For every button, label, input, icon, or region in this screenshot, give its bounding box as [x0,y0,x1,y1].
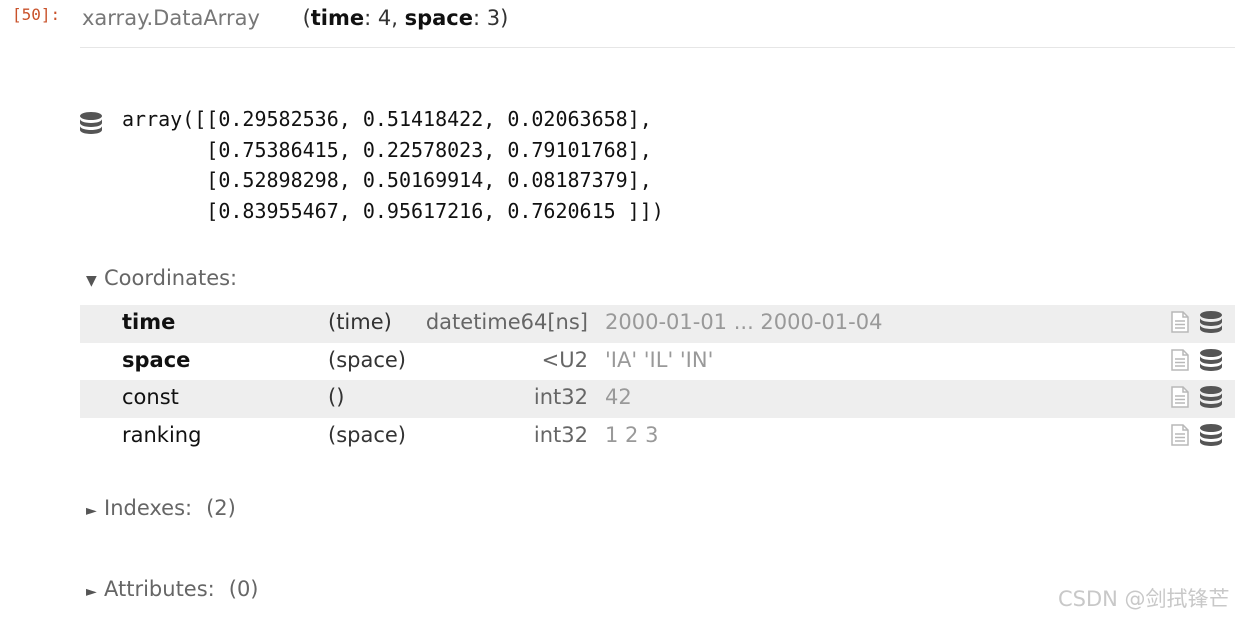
dim-name-time: time [310,6,365,30]
coordinates-list: time (time) datetime64[ns] 2000-01-01 ... 2… [80,305,1235,455]
indexes-label: Indexes: [104,496,193,520]
coordinate-name: const [122,385,179,409]
indexes-count: (2) [206,496,236,520]
coordinate-dims: (space) [328,347,406,372]
coordinate-dtype: datetime64[ns] [425,310,588,334]
attributes-label: Attributes: [104,577,215,601]
dim-size-time: : 4, [364,6,405,30]
coordinate-preview: 'IA' 'IL' 'IN' [605,347,714,372]
coordinate-dtype: int32 [533,385,588,409]
attributes-count: (0) [228,577,259,601]
dim-size-space: : 3) [473,6,509,30]
object-type-label: xarray.DataArray [82,6,260,30]
coordinate-preview: 42 [605,385,632,409]
expanded-arrow-icon: ▼ [86,273,97,289]
coordinate-dtype: int32 [533,422,588,447]
coordinate-name: ranking [122,422,202,447]
dim-name-space: space [404,6,474,30]
coordinate-dims: (space) [328,422,406,447]
database-icon[interactable] [1199,423,1223,452]
coordinates-label: Coordinates: [104,266,238,290]
coordinate-name: space [122,347,191,372]
coordinate-row-const[interactable]: const () int32 42 [80,380,1235,418]
database-icon[interactable] [1199,310,1223,339]
coordinate-actions [1170,310,1223,339]
collapsed-arrow-icon: ► [86,503,97,519]
coordinate-dtype: <U2 [541,347,588,372]
indexes-section-toggle[interactable]: ► Indexes: (2) [86,496,236,520]
dims-open: ( [302,6,311,30]
file-text-icon[interactable] [1170,311,1190,338]
coordinate-actions [1170,423,1223,452]
array-values-preview[interactable]: array([[0.29582536, 0.51418422, 0.020636… [122,104,664,226]
collapsed-arrow-icon: ► [86,584,97,600]
coordinate-row-time[interactable]: time (time) datetime64[ns] 2000-01-01 ... 2… [80,305,1235,343]
coordinate-name: time [122,310,176,334]
cell-prompt: [50]: [12,5,61,24]
attributes-section-toggle[interactable]: ► Attributes: (0) [86,577,259,601]
dataarray-header: xarray.DataArray (time: 4, space: 3) [82,6,508,30]
coordinate-preview: 1 2 3 [605,422,659,447]
file-text-icon[interactable] [1170,386,1190,413]
coordinate-row-space[interactable]: space (space) <U2 'IA' 'IL' 'IN' [80,343,1235,381]
coordinate-actions [1170,385,1223,414]
coordinate-actions [1170,348,1223,377]
coordinate-dims: () [328,385,345,409]
header-divider [80,47,1235,48]
database-icon[interactable] [1199,385,1223,414]
watermark: CSDN @剑拭锋芒 [1058,587,1230,611]
coordinate-row-ranking[interactable]: ranking (space) int32 1 2 3 [80,418,1235,456]
file-text-icon[interactable] [1170,348,1190,376]
dims-summary: (time: 4, space: 3) [303,6,509,30]
database-icon[interactable] [1199,348,1223,377]
coordinate-dims: (time) [328,310,392,334]
coordinates-section-toggle[interactable]: ▼ Coordinates: [86,266,237,290]
file-text-icon[interactable] [1170,423,1190,451]
database-icon[interactable] [79,111,103,139]
coordinate-preview: 2000-01-01 ... 2000-01-04 [605,310,883,334]
